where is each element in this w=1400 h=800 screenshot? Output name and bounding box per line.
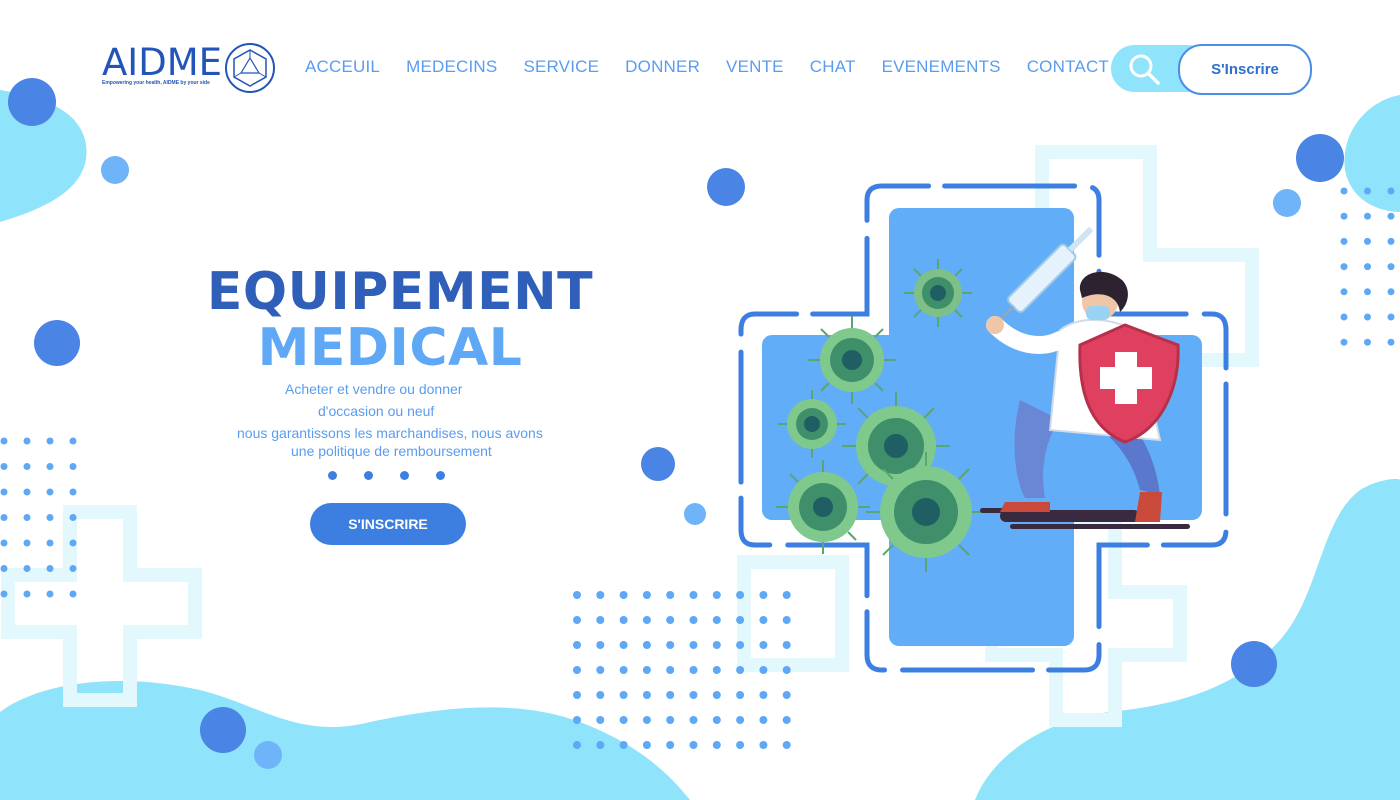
carousel-dot[interactable] xyxy=(400,471,409,480)
nav-item-contact[interactable]: CONTACT xyxy=(1014,56,1122,78)
hero-title-line2: MEDICAL xyxy=(257,318,523,378)
hero-illustration xyxy=(738,183,1229,673)
logo-tagline: Empowering your health, AIDME by your si… xyxy=(102,80,210,86)
nav-item-acceuil[interactable]: ACCEUIL xyxy=(292,56,393,78)
logo-text: AIDME xyxy=(102,41,223,84)
nav-item-vente[interactable]: VENTE xyxy=(713,56,797,78)
hexagon-emblem-icon xyxy=(225,43,275,93)
hero-signup-button[interactable]: S'INSCRIRE xyxy=(310,503,466,545)
hero-description-line2: d'occasion ou neuf xyxy=(318,403,435,419)
carousel-dot[interactable] xyxy=(364,471,373,480)
nav-item-donner[interactable]: DONNER xyxy=(612,56,713,78)
brand-logo[interactable]: AIDME Empowering your health, AIDME by y… xyxy=(100,40,280,96)
main-nav: ACCEUIL MEDECINS SERVICE DONNER VENTE CH… xyxy=(292,56,1122,78)
nav-item-medecins[interactable]: MEDECINS xyxy=(393,56,510,78)
carousel-indicator xyxy=(328,471,445,480)
carousel-dot[interactable] xyxy=(328,471,337,480)
hero-description-line1: Acheter et vendre ou donner xyxy=(285,381,463,397)
signup-button[interactable]: S'Inscrire xyxy=(1178,44,1312,95)
search-icon[interactable] xyxy=(1127,52,1161,86)
nav-item-service[interactable]: SERVICE xyxy=(510,56,612,78)
hero-description-line4: une politique de remboursement xyxy=(291,443,492,459)
hero-description-line3: nous garantissons les marchandises, nous… xyxy=(237,425,543,441)
hero-title-line1: EQUIPEMENT xyxy=(206,262,594,322)
nav-item-evenements[interactable]: EVENEMENTS xyxy=(869,56,1014,78)
carousel-dot[interactable] xyxy=(436,471,445,480)
nav-item-chat[interactable]: CHAT xyxy=(797,56,869,78)
